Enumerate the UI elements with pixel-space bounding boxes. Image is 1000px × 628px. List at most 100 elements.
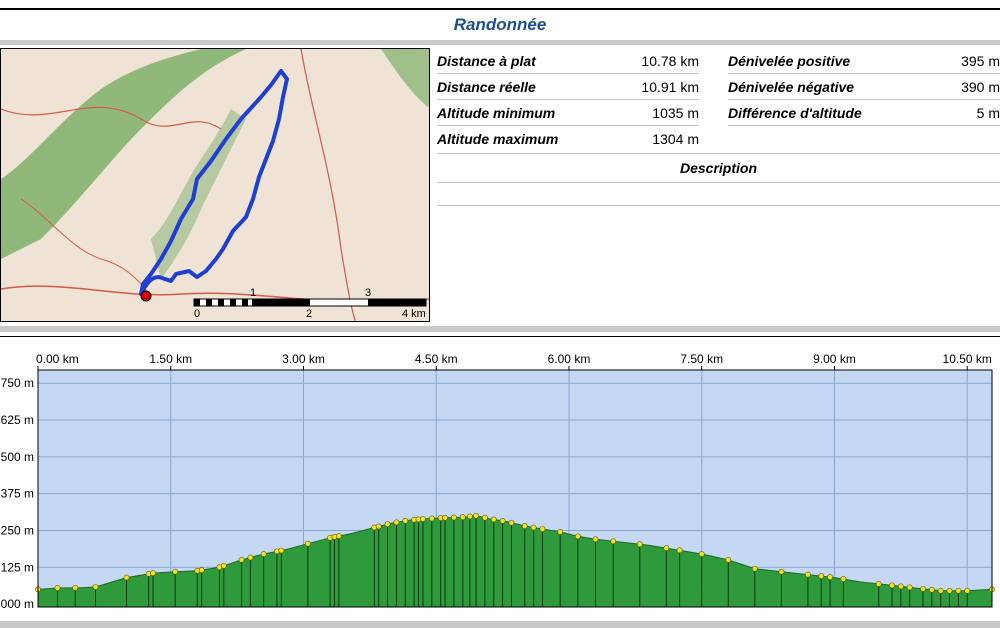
waypoint-marker-66[interactable] [955, 587, 962, 594]
waypoint-marker-60[interactable] [897, 583, 904, 590]
waypoint-marker-48[interactable] [663, 545, 670, 552]
waypoint-marker-52[interactable] [751, 565, 758, 572]
x-tick-label-4: 6.00 km [548, 352, 591, 366]
stat-label-positive-gain: Dénivelée positive [728, 53, 851, 69]
waypoint-marker-34[interactable] [466, 513, 473, 520]
y-tick-label-6: 000 m [1, 597, 34, 611]
x-axis-ticks: 0.00 km 1.50 km 3.00 km 4.50 km 6.00 km 7.50 … [36, 352, 992, 370]
route-map[interactable]: 1 3 0 2 4 km [0, 48, 430, 322]
waypoint-marker-14[interactable] [260, 551, 267, 557]
stat-label-altitude-difference: Différence d'altitude [728, 105, 862, 121]
waypoint-marker-59[interactable] [889, 582, 895, 589]
start-marker[interactable] [140, 290, 152, 302]
waypoint-marker-20[interactable] [335, 533, 342, 539]
title-bar: Randonnée [0, 10, 1000, 40]
x-tick-label-2: 3.00 km [282, 352, 325, 366]
waypoint-marker-11[interactable] [220, 562, 227, 569]
waypoint-marker-62[interactable] [920, 585, 926, 592]
waypoint-marker-1[interactable] [54, 585, 61, 591]
waypoint-marker-46[interactable] [610, 538, 617, 545]
waypoint-marker-23[interactable] [384, 521, 391, 528]
stats-row-3: Altitude minimum 1035 m Différence d'alt… [437, 100, 1000, 126]
waypoint-marker-24[interactable] [393, 519, 400, 526]
waypoint-marker-4[interactable] [123, 574, 130, 581]
waypoint-marker-56[interactable] [827, 574, 833, 580]
x-tick-label-7: 10.50 km [943, 352, 992, 366]
waypoint-marker-40[interactable] [521, 523, 528, 529]
x-tick-label-1: 1.50 km [149, 352, 192, 366]
stat-value-altitude-difference: 5 m [976, 105, 1000, 121]
waypoint-marker-49[interactable] [676, 547, 683, 554]
waypoint-marker-7[interactable] [172, 568, 179, 575]
waypoint-marker-9[interactable] [198, 567, 205, 573]
waypoint-marker-51[interactable] [725, 556, 732, 563]
waypoint-marker-36[interactable] [482, 514, 488, 521]
waypoint-marker-17[interactable] [305, 540, 311, 547]
y-tick-label-0: 750 m [1, 376, 34, 390]
waypoint-marker-6[interactable] [150, 570, 156, 577]
waypoint-marker-64[interactable] [937, 587, 944, 594]
waypoint-marker-45[interactable] [592, 536, 599, 543]
waypoint-marker-55[interactable] [818, 573, 825, 579]
waypoint-marker-54[interactable] [805, 571, 811, 578]
waypoint-marker-35[interactable] [473, 512, 479, 519]
waypoint-marker-22[interactable] [375, 523, 382, 530]
waypoint-marker-58[interactable] [875, 581, 882, 587]
y-tick-label-5: 125 m [1, 560, 34, 574]
x-tick-label-3: 4.50 km [415, 352, 458, 366]
stat-value-negative-gain: 390 m [961, 79, 1000, 95]
waypoint-marker-37[interactable] [490, 516, 497, 523]
x-tick-label-0: 0.00 km [36, 352, 79, 366]
stat-label-negative-gain: Dénivelée négative [728, 79, 855, 95]
description-title: Description [679, 160, 757, 176]
waypoint-marker-57[interactable] [840, 576, 847, 582]
waypoint-marker-42[interactable] [539, 526, 546, 532]
waypoint-marker-41[interactable] [530, 524, 537, 531]
y-tick-label-2: 500 m [1, 450, 34, 464]
waypoint-marker-63[interactable] [928, 586, 935, 593]
x-tick-label-6: 9.00 km [813, 352, 856, 366]
scale-label-3: 3 [365, 287, 371, 299]
elevation-profile-chart[interactable]: 0.00 km 1.50 km 3.00 km 4.50 km 6.00 km 7.50 … [0, 337, 1000, 621]
waypoint-marker-50[interactable] [698, 551, 705, 557]
waypoint-marker-53[interactable] [778, 568, 785, 575]
stat-label-real-distance: Distance réelle [437, 79, 536, 95]
waypoint-marker-43[interactable] [557, 529, 564, 535]
stat-value-positive-gain: 395 m [961, 53, 1000, 69]
waypoint-marker-13[interactable] [247, 554, 254, 561]
waypoint-marker-16[interactable] [278, 547, 285, 554]
waypoint-marker-12[interactable] [238, 556, 245, 563]
waypoint-marker-25[interactable] [402, 517, 409, 524]
y-tick-label-1: 625 m [1, 413, 34, 427]
waypoint-marker-32[interactable] [451, 514, 457, 521]
waypoint-marker-61[interactable] [906, 584, 913, 591]
y-axis-ticks: 750 m 625 m 500 m 375 m 250 m 125 m 000 m [1, 376, 34, 611]
waypoint-marker-44[interactable] [574, 533, 581, 540]
stat-label-min-altitude: Altitude minimum [437, 105, 556, 121]
y-tick-label-3: 375 m [1, 487, 34, 501]
map-canvas: 1 3 0 2 4 km [1, 49, 429, 321]
waypoint-marker-33[interactable] [459, 514, 466, 521]
description-header-rule [437, 182, 1000, 183]
x-tick-label-5: 7.50 km [680, 352, 723, 366]
bottom-band [0, 621, 1000, 628]
waypoint-marker-38[interactable] [499, 517, 506, 524]
stat-value-flat-distance: 10.78 km [641, 53, 699, 69]
scale-label-0: 0 [194, 308, 200, 320]
waypoint-marker-39[interactable] [508, 519, 515, 526]
waypoint-marker-65[interactable] [946, 587, 953, 594]
title-underline-band [0, 40, 1000, 45]
stat-value-min-altitude: 1035 m [652, 105, 699, 121]
y-tick-label-4: 250 m [1, 523, 34, 537]
stats-row-2: Distance réelle 10.91 km Dénivelée négat… [437, 74, 1000, 100]
waypoint-marker-67[interactable] [964, 587, 971, 594]
waypoint-marker-47[interactable] [636, 541, 643, 548]
waypoint-marker-3[interactable] [92, 584, 99, 590]
waypoint-marker-29[interactable] [428, 515, 435, 522]
waypoint-marker-31[interactable] [442, 514, 448, 521]
description-body-rule [437, 205, 1000, 206]
waypoint-marker-2[interactable] [72, 584, 79, 591]
stats-divider [437, 153, 1000, 154]
stats-row-4: Altitude maximum 1304 m [437, 126, 1000, 152]
waypoint-marker-28[interactable] [420, 516, 426, 522]
